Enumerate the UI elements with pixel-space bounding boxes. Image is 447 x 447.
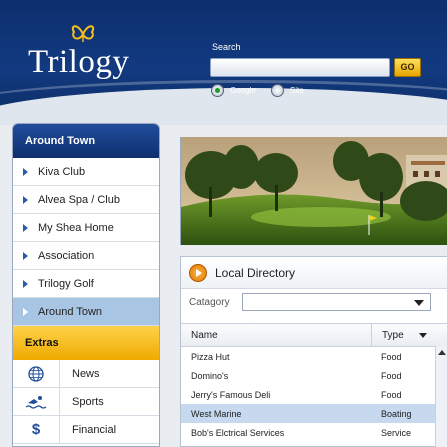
cell-name: Pizza Hut [191,351,230,362]
table-scrollbar[interactable] [435,346,447,447]
trilogy-logo[interactable]: Trilogy [28,22,148,86]
table-header: Name Type [181,323,447,347]
table-row[interactable]: Pizza Hut Food [181,347,447,366]
directory-title: Local Directory [215,265,296,280]
radio-google-label: Google [230,86,256,95]
dollar-icon: $ [31,421,41,438]
table-row[interactable]: Jerry's Famous Deli Food [181,385,447,404]
extras-item-label: Sports [72,395,104,408]
globe-icon [13,365,59,382]
table-row-selected[interactable]: West Marine Boating [181,404,447,423]
extras-item-news[interactable]: News [13,360,159,388]
golf-course-photo [180,137,447,245]
sidebar-item-association[interactable]: Association [13,242,159,270]
category-select[interactable] [241,293,431,311]
cell-type: Food [381,389,402,400]
sidebar-item-label: Kiva Club [38,165,86,178]
logo-text: Trilogy [28,44,130,80]
arrow-right-icon [23,307,28,316]
radio-site-label: Site [290,86,304,95]
swimmer-icon [13,395,59,409]
directory-table-body: Pizza Hut Food Domino's Food Jerry's Fam… [181,347,447,442]
table-row[interactable]: Domino's Food [181,366,447,385]
sidebar-item-alvea-spa[interactable]: Alvea Spa / Club [13,186,159,214]
cell-name: Domino's [191,370,229,381]
column-header-name[interactable]: Name [181,330,371,341]
table-row[interactable]: Bob's Elctrical Services Service [181,423,447,442]
cell-type: Service [381,427,412,438]
sidebar: Around Town Kiva Club Alvea Spa / Club M… [12,123,160,447]
sort-down-icon[interactable] [419,333,427,338]
cell-type: Food [381,351,402,362]
sidebar-title: Around Town [13,124,159,158]
go-button[interactable]: GO [394,58,421,77]
sidebar-item-label: Around Town [38,305,103,318]
radio-site-dot[interactable] [271,84,284,97]
cell-type: Boating [381,408,412,419]
category-label: Catagory [189,296,230,308]
search-label: Search [212,42,241,52]
play-arrow-icon [189,263,207,282]
extras-item-label: Financial [72,423,117,436]
cell-name: West Marine [191,408,242,419]
radio-google-dot[interactable] [211,84,224,97]
category-filter: Catagory [181,289,447,315]
arrow-right-icon [23,251,28,260]
extras-item-sports[interactable]: Sports [13,388,159,416]
cell-type: Food [381,370,402,381]
sidebar-item-my-shea-home[interactable]: My Shea Home [13,214,159,242]
sidebar-item-label: Association [38,249,95,262]
arrow-right-icon [23,279,28,288]
sidebar-item-kiva-club[interactable]: Kiva Club [13,158,159,186]
radio-site[interactable]: Site [271,84,304,97]
extras-item-label: News [72,367,100,380]
extras-header: Extras [13,326,159,360]
directory-header: Local Directory [181,257,447,289]
scroll-up-icon[interactable] [438,350,446,355]
cell-name: Bob's Elctrical Services [191,427,285,438]
sidebar-item-label: Trilogy Golf [38,277,94,290]
sidebar-item-label: Alvea Spa / Club [38,193,120,206]
arrow-right-icon [23,195,28,204]
cell-name: Jerry's Famous Deli [191,389,271,400]
sidebar-item-trilogy-golf[interactable]: Trilogy Golf [13,270,159,298]
search-input[interactable] [210,58,390,77]
site-header: Trilogy Search GO Google Site [0,0,447,125]
local-directory-panel: Local Directory Catagory Name Type Pizza… [180,256,447,447]
arrow-right-icon [23,167,28,176]
butterfly-icon [71,25,95,42]
extras-item-financial[interactable]: $ Financial [13,416,159,444]
chevron-down-icon[interactable] [413,300,424,306]
sidebar-item-label: My Shea Home [38,221,114,234]
radio-google[interactable]: Google [211,84,256,97]
sidebar-item-around-town[interactable]: Around Town [13,298,159,326]
arrow-right-icon [23,223,28,232]
